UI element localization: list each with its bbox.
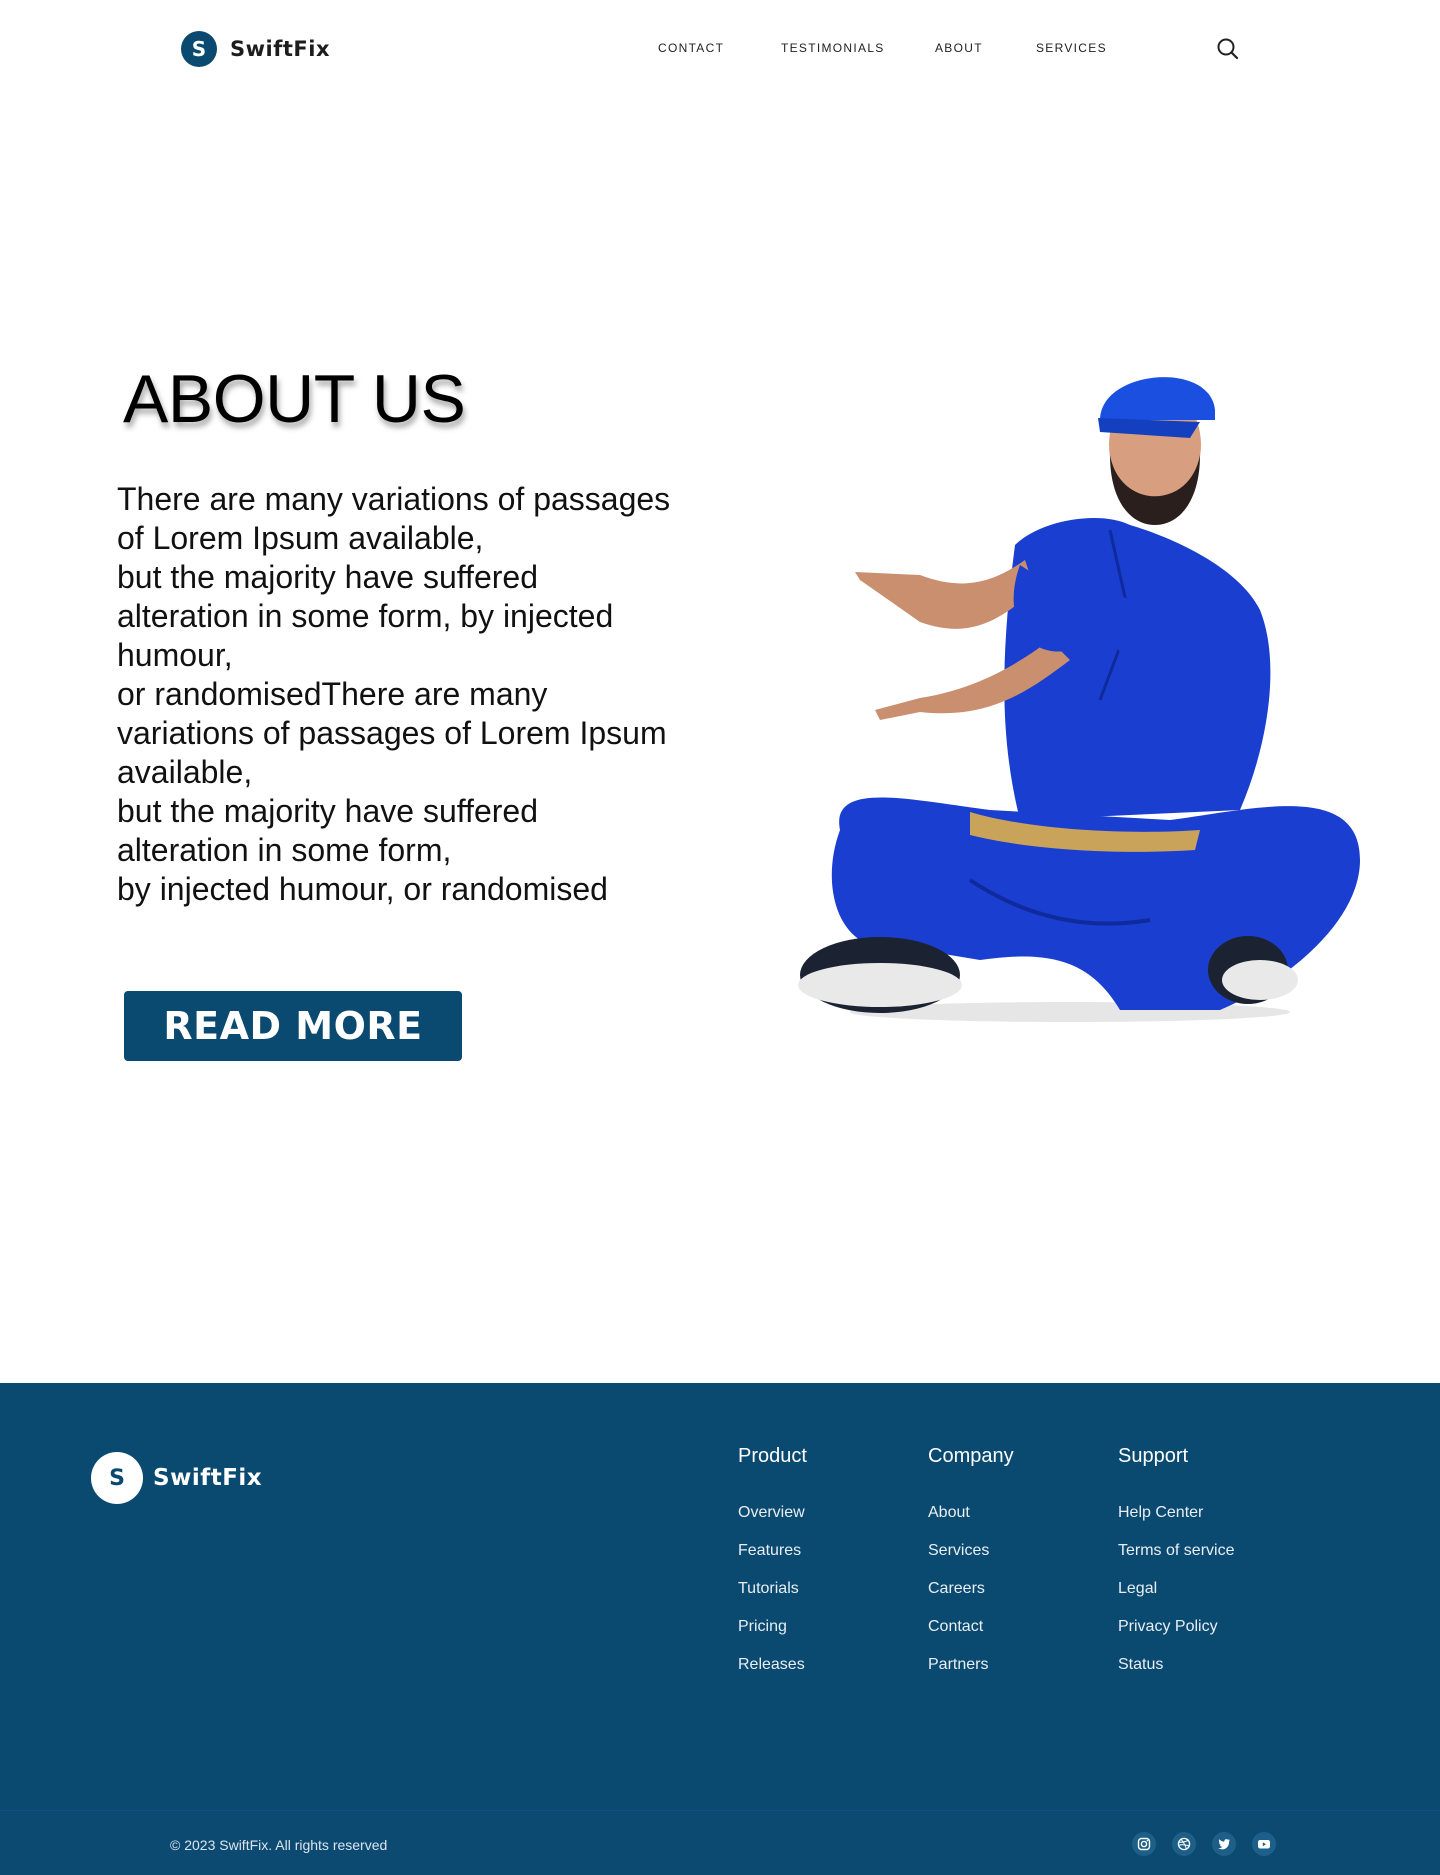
footer-brand-name: SwiftFix bbox=[153, 1465, 263, 1491]
paragraph-line: but the majority have suffered bbox=[117, 559, 538, 595]
paragraph-line: or randomisedThere are many bbox=[117, 676, 548, 712]
paragraph-line: alteration in some form, by injected bbox=[117, 598, 614, 634]
footer-link[interactable]: Releases bbox=[738, 1655, 807, 1693]
footer-column-product: Product Overview Features Tutorials Pric… bbox=[738, 1445, 807, 1693]
footer-link[interactable]: Contact bbox=[928, 1617, 1014, 1655]
site-header: S SwiftFix CONTACT TESTIMONIALS ABOUT SE… bbox=[0, 0, 1440, 98]
brand-name: SwiftFix bbox=[230, 37, 330, 61]
search-icon[interactable] bbox=[1215, 36, 1241, 62]
plumber-illustration bbox=[770, 360, 1370, 1030]
footer-link[interactable]: Careers bbox=[928, 1579, 1014, 1617]
brand-logo[interactable]: S SwiftFix bbox=[181, 30, 330, 68]
footer-link[interactable]: Features bbox=[738, 1541, 807, 1579]
nav-testimonials[interactable]: TESTIMONIALS bbox=[781, 41, 885, 55]
site-footer: S SwiftFix Product Overview Features Tut… bbox=[0, 1383, 1440, 1875]
footer-link[interactable]: Services bbox=[928, 1541, 1014, 1579]
youtube-icon[interactable] bbox=[1252, 1832, 1276, 1856]
footer-column-title: Company bbox=[928, 1445, 1014, 1467]
brand-logo-mark: S bbox=[181, 31, 217, 67]
footer-link[interactable]: Privacy Policy bbox=[1118, 1617, 1234, 1655]
nav-contact[interactable]: CONTACT bbox=[658, 41, 724, 55]
paragraph-line: There are many variations of passages bbox=[117, 481, 671, 517]
instagram-icon[interactable] bbox=[1132, 1832, 1156, 1856]
footer-column-title: Support bbox=[1118, 1445, 1189, 1467]
footer-link[interactable]: Status bbox=[1118, 1655, 1234, 1693]
paragraph-line: but the majority have suffered bbox=[117, 793, 538, 829]
footer-bottom-bar: © 2023 SwiftFix. All rights reserved bbox=[0, 1810, 1440, 1875]
footer-logo-mark: S bbox=[91, 1452, 143, 1504]
copyright-text: © 2023 SwiftFix. All rights reserved bbox=[170, 1837, 388, 1853]
footer-link[interactable]: Help Center bbox=[1118, 1503, 1234, 1541]
dribbble-icon[interactable] bbox=[1172, 1832, 1196, 1856]
footer-link[interactable]: Tutorials bbox=[738, 1579, 807, 1617]
paragraph-line: of Lorem Ipsum available, bbox=[117, 520, 484, 556]
nav-services[interactable]: SERVICES bbox=[1036, 41, 1107, 55]
twitter-icon[interactable] bbox=[1212, 1832, 1236, 1856]
paragraph-line: humour, bbox=[117, 637, 233, 673]
footer-link[interactable]: Partners bbox=[928, 1655, 1014, 1693]
read-more-button[interactable]: READ MORE bbox=[124, 991, 462, 1061]
footer-link[interactable]: Legal bbox=[1118, 1579, 1234, 1617]
footer-column-support: Support Help Center Terms of service Leg… bbox=[1118, 1445, 1234, 1693]
paragraph-line: available, bbox=[117, 754, 253, 790]
paragraph-line: variations of passages of Lorem Ipsum bbox=[117, 715, 667, 751]
paragraph-line: alteration in some form, bbox=[117, 832, 452, 868]
footer-column-title: Product bbox=[738, 1445, 807, 1467]
page-title: ABOUT US bbox=[123, 361, 466, 437]
footer-brand-logo[interactable]: S SwiftFix bbox=[91, 1452, 262, 1504]
nav-about[interactable]: ABOUT bbox=[935, 41, 983, 55]
footer-link[interactable]: Terms of service bbox=[1118, 1541, 1234, 1579]
footer-column-company: Company About Services Careers Contact P… bbox=[928, 1445, 1014, 1693]
footer-link[interactable]: Pricing bbox=[738, 1617, 807, 1655]
footer-link[interactable]: Overview bbox=[738, 1503, 807, 1541]
footer-link[interactable]: About bbox=[928, 1503, 1014, 1541]
paragraph-line: by injected humour, or randomised bbox=[117, 871, 608, 907]
about-paragraph: There are many variations of passages of… bbox=[117, 480, 727, 909]
